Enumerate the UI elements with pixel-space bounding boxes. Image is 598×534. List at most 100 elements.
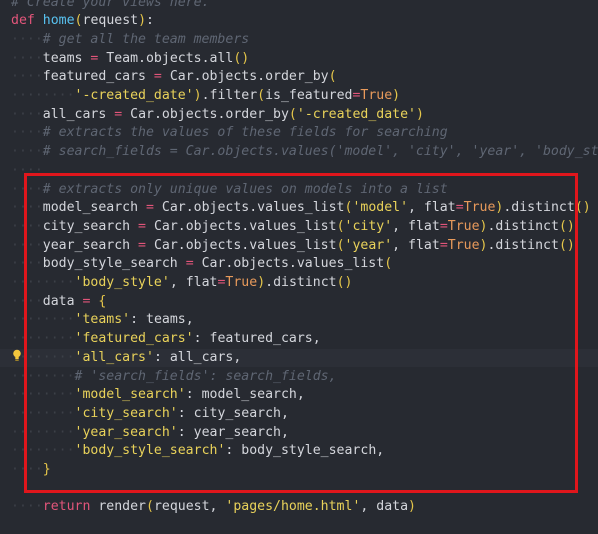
code-token-operator: = [185, 256, 194, 272]
code-line[interactable]: ········'city_search': city_search, [0, 405, 598, 424]
code-token-ws: ···· [11, 293, 43, 309]
code-token-paren: () [558, 218, 575, 234]
code-line[interactable]: def home(request): [0, 12, 598, 31]
code-token-ident: .distinct [487, 237, 559, 253]
code-token-paren: ) [257, 275, 266, 290]
code-line[interactable]: # Create your views here. [0, 0, 598, 12]
code-token-ws: ···· [11, 181, 43, 197]
code-token-string: 'teams' [74, 312, 131, 328]
code-token-ws: ···· [11, 499, 43, 515]
code-token-comment: # search_fields = Car.objects.values('mo… [42, 144, 598, 160]
code-token-punct: : [146, 13, 154, 29]
code-token-ident: .distinct [265, 275, 337, 290]
code-line[interactable]: ········'model_search': model_search, [0, 386, 598, 405]
code-token-ident: body_style_search [42, 256, 186, 272]
lightbulb-icon[interactable] [12, 349, 22, 362]
code-token-punct: : [177, 424, 194, 440]
code-token-param: is_featured [265, 88, 353, 103]
code-token-ws: ···· [11, 106, 43, 122]
code-token-punct: : [185, 387, 202, 403]
code-line[interactable]: ····} [0, 461, 598, 480]
code-line[interactable]: ········'body_style', flat=True).distinc… [0, 274, 598, 293]
code-token-string: '-created_date' [74, 88, 194, 103]
code-line[interactable]: ········'all_cars': all_cars, [0, 348, 598, 368]
code-line[interactable]: ····year_search = Car.objects.values_lis… [0, 237, 598, 256]
code-token-string: 'model' [352, 200, 409, 216]
code-line[interactable]: ········'year_search': year_search, [0, 424, 598, 443]
code-line[interactable]: ····all_cars = Car.objects.order_by('-cr… [0, 106, 598, 125]
code-line[interactable]: ········'-created_date').filter(is_featu… [0, 87, 598, 106]
code-token-ident: data [42, 293, 83, 309]
code-token-ws: ········ [11, 424, 75, 440]
code-token-ws: ········ [11, 312, 75, 328]
code-token-paren: () [233, 50, 250, 66]
code-line[interactable]: ····data = { [0, 293, 598, 312]
code-token-comment: # 'search_fields': search_fields, [74, 368, 337, 384]
code-token-ident: model_search [42, 200, 146, 216]
code-token-ident: all_cars, [169, 349, 242, 365]
code-token-ident: city_search, [193, 405, 289, 421]
code-token-param: flat [408, 237, 440, 253]
code-token-paren: ( [336, 218, 345, 234]
code-line[interactable]: ····body_style_search = Car.objects.valu… [0, 255, 598, 274]
code-token-string: 'year' [344, 237, 393, 253]
code-token-string: '-created_date' [296, 106, 416, 122]
code-token-ident: request, [153, 499, 226, 515]
code-token-string: 'city' [344, 218, 393, 234]
code-token-bool: True [225, 275, 258, 290]
code-token-punct: , [392, 218, 409, 234]
code-token-operator: = [138, 237, 146, 253]
code-token-ident: model_search, [201, 387, 305, 403]
code-token-operator: = [153, 69, 162, 85]
code-token-paren: ) [193, 88, 202, 103]
code-line[interactable] [0, 480, 598, 499]
code-token-bool: True [447, 218, 480, 234]
code-line[interactable]: ········# 'search_fields': search_fields… [0, 368, 598, 387]
code-token-ws: ···· [11, 462, 43, 477]
code-line[interactable]: ········'body_style_search': body_style_… [0, 442, 598, 461]
code-token-ws: ···· [11, 162, 43, 178]
code-token-paren: ( [288, 106, 297, 122]
code-token-string: 'all_cars' [74, 349, 154, 365]
code-token-paren: ( [74, 13, 83, 29]
code-token-comment: # get all the team members [42, 31, 250, 47]
code-line[interactable]: ····teams = Team.objects.all() [0, 50, 598, 69]
code-line[interactable]: ····# search_fields = Car.objects.values… [0, 143, 598, 162]
code-line[interactable]: ····return render(request, 'pages/home.h… [0, 498, 598, 517]
code-token-param: flat [423, 200, 456, 216]
code-token-brace: { [98, 293, 107, 309]
code-token-param: flat [408, 218, 440, 234]
code-token-punct: : [130, 312, 146, 328]
code-token-paren: () [336, 275, 353, 290]
code-line[interactable]: ········'teams': teams, [0, 311, 598, 330]
code-line[interactable]: ····# get all the team members [0, 31, 598, 50]
code-token-ident: Car.objects.values_list [146, 218, 337, 234]
code-editor[interactable]: # Create your views here. def home(reques… [0, 0, 598, 534]
code-token-ident: Car.objects.values_list [146, 237, 337, 253]
code-token-operator: = [138, 218, 146, 234]
code-token-operator: = [114, 106, 123, 122]
code-token-ident: featured_cars [42, 69, 154, 85]
code-line[interactable]: ····# extracts only unique values on mod… [0, 181, 598, 200]
code-token-keyword: def [11, 13, 35, 29]
code-token-param: flat [185, 275, 218, 290]
code-token-bool: True [463, 200, 496, 216]
code-token-operator: = [439, 218, 448, 234]
code-token-paren: ) [392, 88, 401, 103]
code-line[interactable]: ····# extracts the values of these field… [0, 124, 598, 143]
code-line[interactable]: ····city_search = Car.objects.values_lis… [0, 218, 598, 237]
code-token-ws: ···· [11, 50, 43, 66]
code-line[interactable]: ····model_search = Car.objects.values_li… [0, 199, 598, 218]
code-token-paren: ( [145, 499, 154, 515]
code-token-paren: ( [328, 69, 337, 85]
code-line[interactable]: ···· [0, 162, 598, 181]
code-token-ident: featured_cars, [209, 331, 321, 347]
code-token-paren: () [574, 200, 591, 216]
code-token-paren: ) [138, 13, 147, 29]
code-token-paren: ( [384, 256, 393, 272]
code-token-paren: ( [257, 88, 266, 103]
code-token-ident: .filter [201, 88, 258, 103]
code-line[interactable]: ····featured_cars = Car.objects.order_by… [0, 68, 598, 87]
code-line[interactable]: ········'featured_cars': featured_cars, [0, 330, 598, 349]
code-token-ws: ········ [11, 88, 75, 103]
